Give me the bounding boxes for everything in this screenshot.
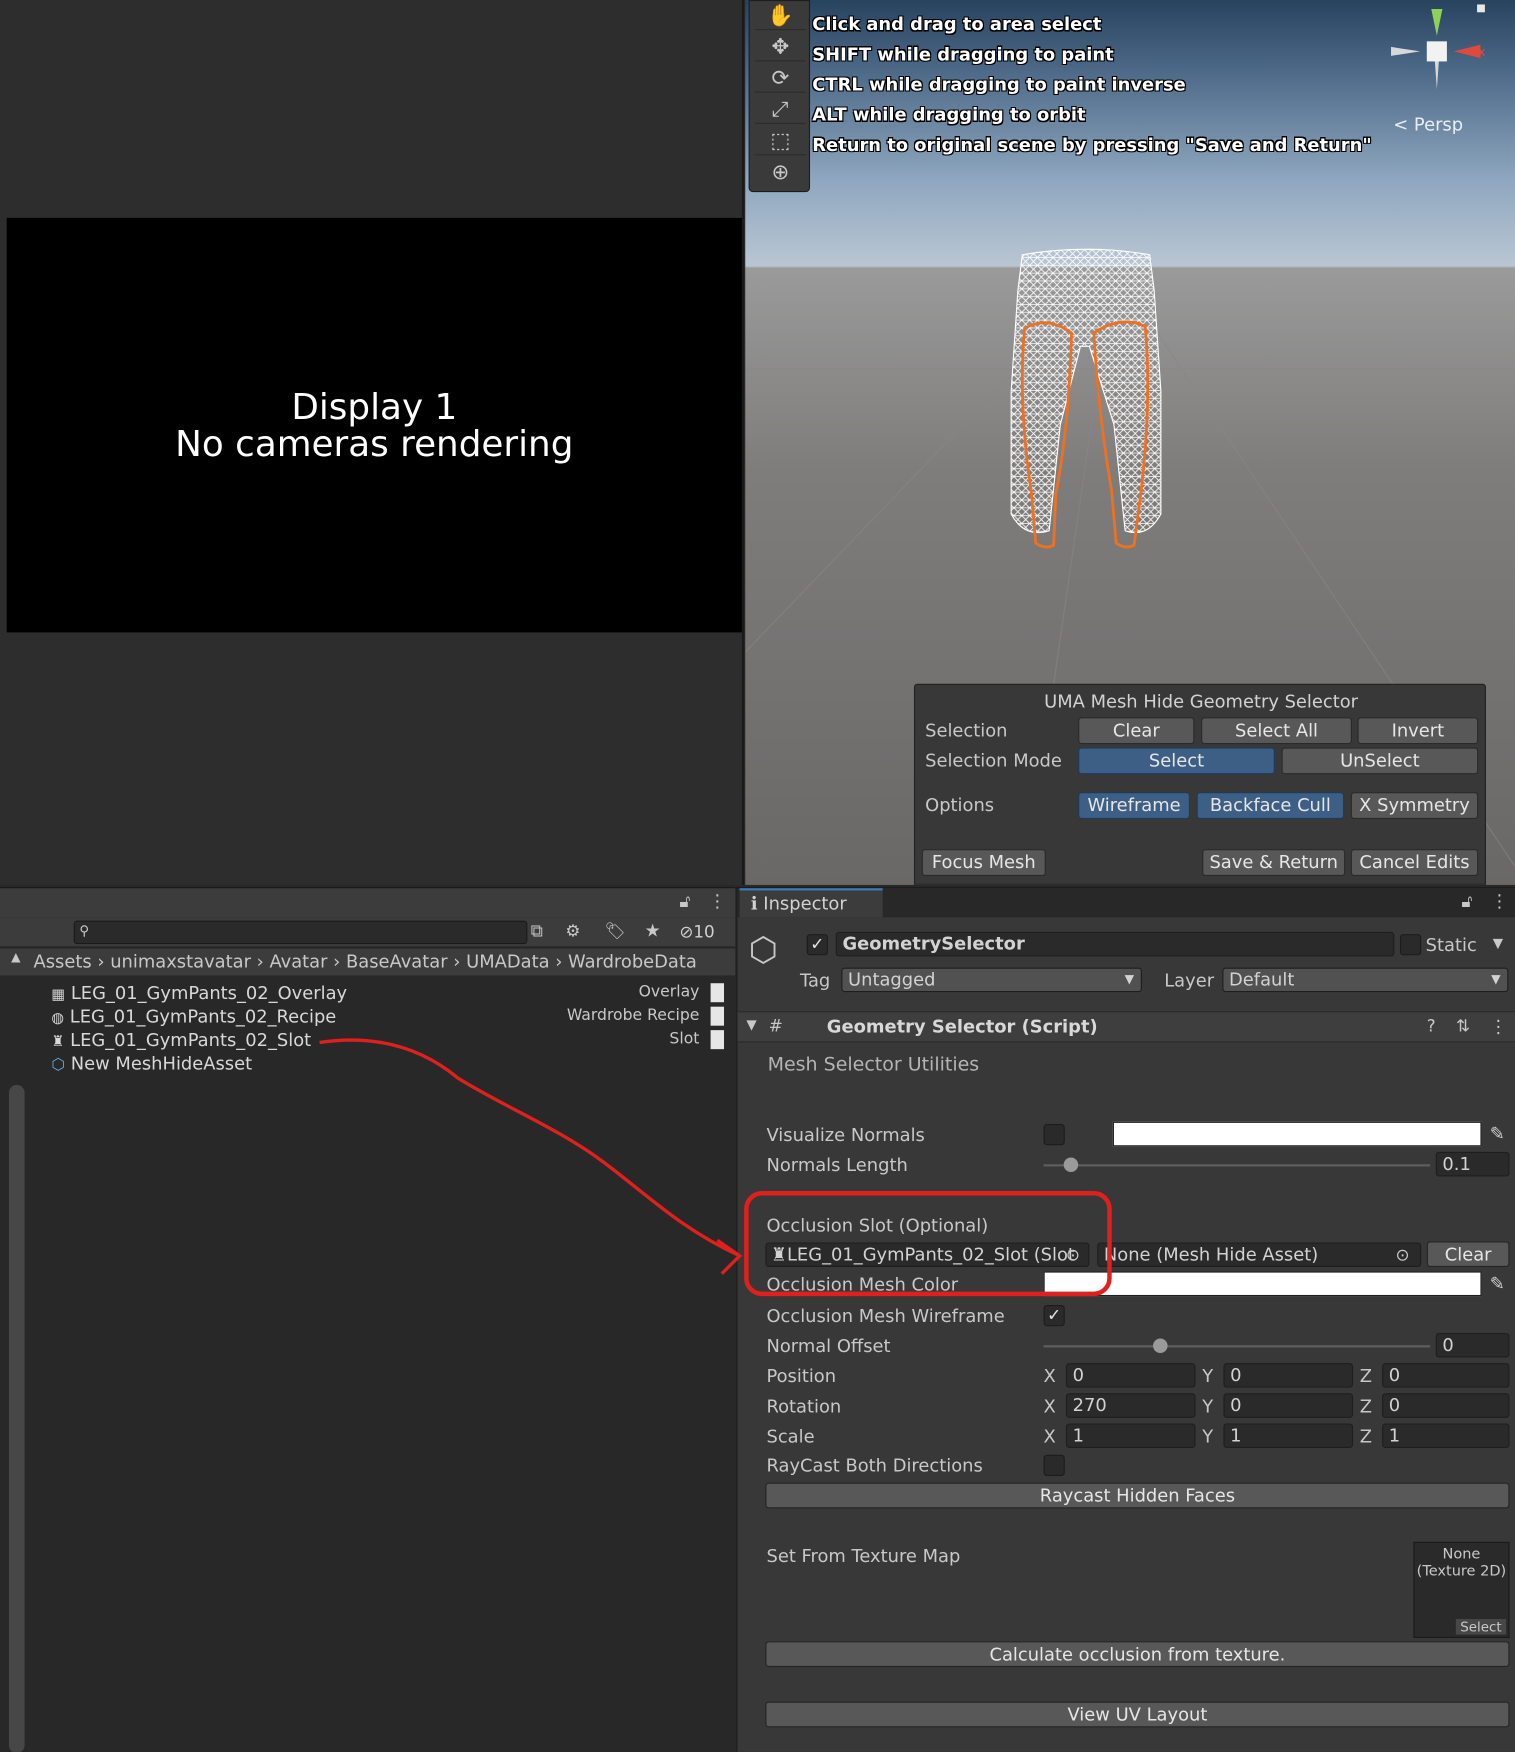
highlight-box [744,1191,1112,1297]
red-arrow-annotation [319,1038,1112,1297]
unity-editor: Display 1 No cameras rendering ✋ ✥ ⟳ ⤢ ⬚… [0,0,1515,1752]
